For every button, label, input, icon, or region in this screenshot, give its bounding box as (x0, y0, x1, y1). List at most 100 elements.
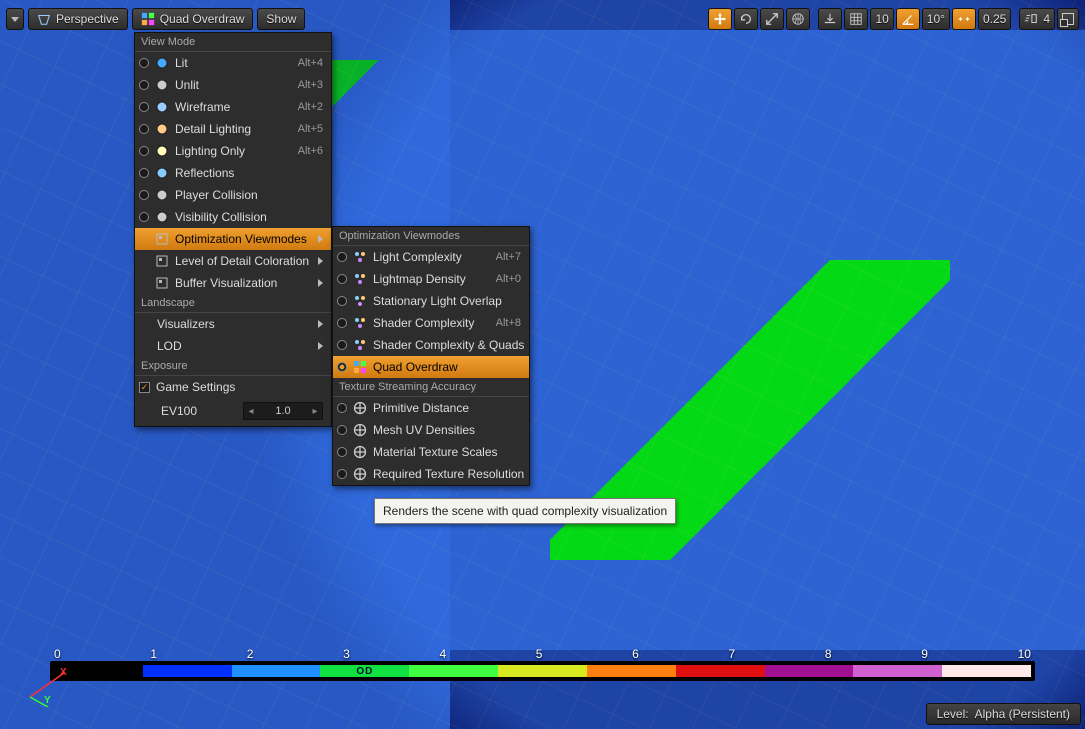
legend-number: 5 (536, 647, 543, 661)
optimization-submenu[interactable]: Optimization Viewmodes Light ComplexityA… (332, 226, 530, 486)
shortcut-label: Alt+3 (298, 79, 323, 91)
menu-item-label: Level of Detail Coloration (175, 254, 312, 268)
angle-snap-toggle[interactable] (896, 8, 920, 30)
viewmode-submenu-item[interactable]: Buffer Visualization (135, 272, 331, 294)
radio-icon (337, 252, 347, 262)
ev100-row: EV100 ◂ ▸ (135, 398, 331, 426)
legend-swatch (143, 665, 232, 677)
submenu-header-tex: Texture Streaming Accuracy (333, 378, 529, 397)
optimization-item[interactable]: Stationary Light Overlap (333, 290, 529, 312)
texstream-item[interactable]: Primitive Distance (333, 397, 529, 419)
viewmode-icon (155, 100, 169, 114)
move-icon (713, 12, 727, 26)
optimization-item[interactable]: Lightmap Density Alt+0 (333, 268, 529, 290)
radio-icon (337, 425, 347, 435)
transform-select-button[interactable] (708, 8, 732, 30)
maximize-icon (1062, 13, 1074, 25)
ev100-input[interactable] (258, 405, 308, 417)
texstream-item[interactable]: Material Texture Scales (333, 441, 529, 463)
menu-item-label: Wireframe (175, 100, 278, 114)
game-settings-check[interactable]: Game Settings (135, 376, 331, 398)
viewmode-item[interactable]: LitAlt+4 (135, 52, 331, 74)
menu-header-exposure: Exposure (135, 357, 331, 376)
show-label: Show (266, 12, 296, 26)
legend-number: 10 (1018, 647, 1031, 661)
shortcut-label: Alt+6 (298, 145, 323, 157)
menu-item-label: Lightmap Density (373, 272, 476, 286)
viewmode-item[interactable]: Detail LightingAlt+5 (135, 118, 331, 140)
grid-snap-value[interactable]: 10 (870, 8, 893, 30)
menu-item-label: LOD (157, 339, 312, 353)
landscape-item[interactable]: LOD (135, 335, 331, 357)
menu-item-label: Lighting Only (175, 144, 278, 158)
optimization-icon (353, 272, 367, 286)
texstream-item[interactable]: Mesh UV Densities (333, 419, 529, 441)
viewmode-submenu-item[interactable]: Level of Detail Coloration (135, 250, 331, 272)
menu-item-label: Quad Overdraw (373, 360, 521, 374)
viewmode-item[interactable]: UnlitAlt+3 (135, 74, 331, 96)
submenu-icon (155, 254, 169, 268)
radio-icon (139, 124, 149, 134)
scale-icon (765, 12, 779, 26)
maximize-viewport-button[interactable] (1057, 8, 1079, 30)
target-icon (353, 401, 367, 415)
target-icon (353, 467, 367, 481)
viewmode-item[interactable]: Visibility Collision (135, 206, 331, 228)
shortcut-label: Alt+2 (298, 101, 323, 113)
surface-snap-button[interactable] (818, 8, 842, 30)
transform-scale-button[interactable] (760, 8, 784, 30)
viewmode-submenu-item[interactable]: Optimization Viewmodes (135, 228, 331, 250)
legend-od-label: OD (320, 665, 409, 677)
legend-swatch (587, 665, 676, 677)
viewmode-item[interactable]: Player Collision (135, 184, 331, 206)
radio-icon (337, 340, 347, 350)
menu-item-label: Visualizers (157, 317, 312, 331)
chevron-right-icon (318, 235, 323, 243)
viewmode-item[interactable]: Wireframe Alt+2 (135, 96, 331, 118)
angle-snap-value[interactable]: 10° (922, 8, 950, 30)
level-status[interactable]: Level: Alpha (Persistent) (926, 703, 1081, 725)
viewmode-menu[interactable]: View Mode LitAlt+4UnlitAlt+3WireframeAlt… (134, 32, 332, 427)
menu-item-label: Optimization Viewmodes (175, 232, 312, 246)
target-icon (353, 445, 367, 459)
scale-snap-value[interactable]: 0.25 (978, 8, 1011, 30)
optimization-item[interactable]: Quad Overdraw (333, 356, 529, 378)
viewmode-item[interactable]: Reflections (135, 162, 331, 184)
chevron-right-icon (318, 279, 323, 287)
optimization-item[interactable]: Light ComplexityAlt+7 (333, 246, 529, 268)
ev100-spinner[interactable]: ◂ ▸ (243, 402, 323, 420)
overdraw-legend: 012345678910 OD (50, 647, 1035, 681)
show-button[interactable]: Show (257, 8, 305, 30)
menu-item-label: Player Collision (175, 188, 323, 202)
coord-space-button[interactable] (786, 8, 810, 30)
scale-snap-toggle[interactable] (952, 8, 976, 30)
viewport-toolbar-right: 10 10° 0.25 4 (708, 8, 1079, 30)
optimization-item[interactable]: Shader Complexity & Quads (333, 334, 529, 356)
scale-snap-icon (957, 12, 971, 26)
grid-snap-toggle[interactable] (844, 8, 868, 30)
menu-item-label: Shader Complexity (373, 316, 476, 330)
transform-rotate-button[interactable] (734, 8, 758, 30)
grid-icon (849, 12, 863, 26)
snap-surface-icon (823, 12, 837, 26)
viewmode-item[interactable]: Lighting Only Alt+6 (135, 140, 331, 162)
legend-number: 9 (921, 647, 928, 661)
landscape-item[interactable]: Visualizers (135, 313, 331, 335)
viewmode-button[interactable]: Quad Overdraw (132, 8, 254, 30)
perspective-button[interactable]: Perspective (28, 8, 128, 30)
menu-item-label: Required Texture Resolution (373, 467, 524, 481)
viewport-options-dropdown[interactable] (6, 8, 24, 30)
viewmode-icon (155, 144, 169, 158)
legend-number: 8 (825, 647, 832, 661)
globe-icon (791, 12, 805, 26)
optimization-item[interactable]: Shader ComplexityAlt+8 (333, 312, 529, 334)
viewmode-icon (155, 210, 169, 224)
camera-speed-button[interactable]: 4 (1019, 8, 1055, 30)
legend-swatch (942, 665, 1031, 677)
radio-icon (139, 58, 149, 68)
viewmode-label: Quad Overdraw (160, 12, 245, 26)
shortcut-label: Alt+0 (496, 273, 521, 285)
texstream-item[interactable]: Required Texture Resolution (333, 463, 529, 485)
viewmode-icon (155, 78, 169, 92)
menu-item-label: Detail Lighting (175, 122, 278, 136)
